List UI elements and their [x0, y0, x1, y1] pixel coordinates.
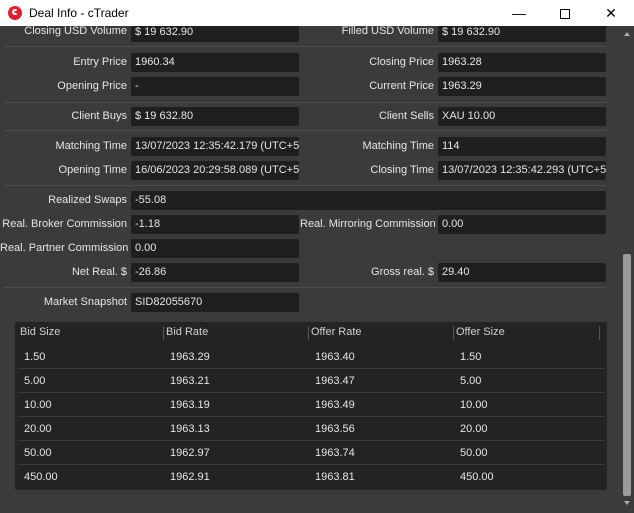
bid-rate-cell: 1963.29	[170, 351, 210, 363]
column-header-offer-rate[interactable]: Offer Rate	[311, 326, 362, 338]
bid-size-cell: 5.00	[24, 375, 46, 387]
filled-usd-volume-field[interactable]: $ 19 632.90	[438, 26, 606, 42]
opening-price-label: Opening Price	[57, 80, 127, 92]
title-bar: Deal Info - cTrader — ✕	[0, 0, 634, 26]
entry-price-label: Entry Price	[73, 56, 127, 68]
real-broker-commission-field[interactable]: -1.18	[131, 215, 299, 234]
bid-size-cell: 10.00	[24, 399, 52, 411]
closing-price-field[interactable]: 1963.28	[438, 53, 606, 72]
ctrader-logo-icon	[8, 6, 22, 20]
bid-size-cell: 1.50	[24, 351, 46, 363]
column-divider	[599, 326, 600, 340]
bid-size-cell: 50.00	[24, 447, 52, 459]
market-snapshot-label: Market Snapshot	[43, 296, 127, 308]
matching-time-label: Matching Time	[55, 140, 127, 152]
opening-price-field[interactable]: -	[131, 77, 299, 96]
table-row[interactable]: 50.00 1962.97 1963.74 50.00	[18, 442, 605, 465]
window-title: Deal Info - cTrader	[29, 6, 129, 20]
column-divider	[163, 326, 164, 340]
opening-time-field[interactable]: 16/06/2023 20:29:58.089 (UTC+5:30)	[131, 161, 299, 180]
table-row[interactable]: 450.00 1962.91 1963.81 450.00	[18, 466, 605, 489]
client-sells-label: Client Sells	[378, 110, 434, 122]
client-buys-field[interactable]: $ 19 632.80	[131, 107, 299, 126]
divider	[4, 185, 606, 186]
matching-time-2-label: Matching Time	[362, 140, 434, 152]
opening-time-label: Opening Time	[58, 164, 127, 176]
table-row[interactable]: 5.00 1963.21 1963.47 5.00	[18, 370, 605, 393]
column-divider	[453, 326, 454, 340]
table-row[interactable]: 20.00 1963.13 1963.56 20.00	[18, 418, 605, 441]
offer-size-cell: 10.00	[460, 399, 488, 411]
closing-time-label: Closing Time	[370, 164, 434, 176]
minimize-button[interactable]: —	[496, 0, 542, 26]
offer-rate-cell: 1963.49	[315, 399, 355, 411]
divider	[4, 102, 606, 103]
bid-rate-cell: 1963.19	[170, 399, 210, 411]
divider	[4, 287, 606, 288]
market-depth-table: Bid Size Bid Rate Offer Rate Offer Size …	[15, 322, 607, 490]
scrollbar-thumb[interactable]	[623, 254, 631, 496]
real-partner-commission-label: Real. Partner Commission	[0, 242, 129, 254]
realized-swaps-label: Realized Swaps	[48, 194, 127, 206]
bid-size-cell: 20.00	[24, 423, 52, 435]
close-button[interactable]: ✕	[588, 0, 634, 26]
vertical-scrollbar[interactable]	[620, 26, 634, 513]
minimize-icon: —	[512, 5, 526, 21]
maximize-icon	[560, 9, 570, 20]
offer-rate-cell: 1963.81	[315, 471, 355, 483]
market-snapshot-field[interactable]: SID82055670	[131, 293, 299, 312]
current-price-label: Current Price	[369, 80, 434, 92]
matching-time-2-field[interactable]: 114	[438, 137, 606, 156]
closing-usd-volume-field[interactable]: $ 19 632.90	[131, 26, 299, 42]
offer-rate-cell: 1963.40	[315, 351, 355, 363]
closing-time-field[interactable]: 13/07/2023 12:35:42.293 (UTC+5:30)	[438, 161, 606, 180]
column-header-bid-size[interactable]: Bid Size	[20, 326, 60, 338]
offer-rate-cell: 1963.74	[315, 447, 355, 459]
real-partner-commission-field[interactable]: 0.00	[131, 239, 299, 258]
divider	[4, 130, 606, 131]
client-buys-label: Client Buys	[71, 110, 127, 122]
client-sells-field[interactable]: XAU 10.00	[438, 107, 606, 126]
column-divider	[308, 326, 309, 340]
scroll-up-icon[interactable]	[624, 32, 630, 36]
closing-usd-volume-label: Closing USD Volume	[24, 26, 127, 37]
offer-rate-cell: 1963.56	[315, 423, 355, 435]
entry-price-field[interactable]: 1960.34	[131, 53, 299, 72]
offer-size-cell: 50.00	[460, 447, 488, 459]
close-icon: ✕	[605, 5, 617, 21]
bid-rate-cell: 1963.13	[170, 423, 210, 435]
offer-rate-cell: 1963.47	[315, 375, 355, 387]
offer-size-cell: 20.00	[460, 423, 488, 435]
table-header: Bid Size Bid Rate Offer Rate Offer Size	[15, 322, 607, 344]
matching-time-field[interactable]: 13/07/2023 12:35:42.179 (UTC+5:30)	[131, 137, 299, 156]
table-row[interactable]: 1.50 1963.29 1963.40 1.50	[18, 346, 605, 369]
offer-size-cell: 450.00	[460, 471, 494, 483]
realized-swaps-field[interactable]: -55.08	[131, 191, 606, 210]
column-header-bid-rate[interactable]: Bid Rate	[166, 326, 208, 338]
real-mirroring-commission-label: Real. Mirroring Commission	[300, 218, 436, 230]
gross-real-field[interactable]: 29.40	[438, 263, 606, 282]
table-row[interactable]: 10.00 1963.19 1963.49 10.00	[18, 394, 605, 417]
net-real-label: Net Real. $	[71, 266, 127, 278]
offer-size-cell: 1.50	[460, 351, 482, 363]
current-price-field[interactable]: 1963.29	[438, 77, 606, 96]
gross-real-label: Gross real. $	[371, 266, 434, 278]
deal-info-panel: Closing USD Volume $ 19 632.90 Filled US…	[0, 26, 620, 513]
bid-rate-cell: 1963.21	[170, 375, 210, 387]
bid-rate-cell: 1962.97	[170, 447, 210, 459]
closing-price-label: Closing Price	[369, 56, 434, 68]
real-mirroring-commission-field[interactable]: 0.00	[438, 215, 606, 234]
column-header-offer-size[interactable]: Offer Size	[456, 326, 505, 338]
real-broker-commission-label: Real. Broker Commission	[2, 218, 127, 230]
net-real-field[interactable]: -26.86	[131, 263, 299, 282]
filled-usd-volume-label: Filled USD Volume	[341, 26, 434, 37]
maximize-button[interactable]	[542, 0, 588, 26]
bid-rate-cell: 1962.91	[170, 471, 210, 483]
divider	[4, 46, 606, 47]
offer-size-cell: 5.00	[460, 375, 482, 387]
scroll-down-icon[interactable]	[624, 501, 630, 505]
bid-size-cell: 450.00	[24, 471, 58, 483]
